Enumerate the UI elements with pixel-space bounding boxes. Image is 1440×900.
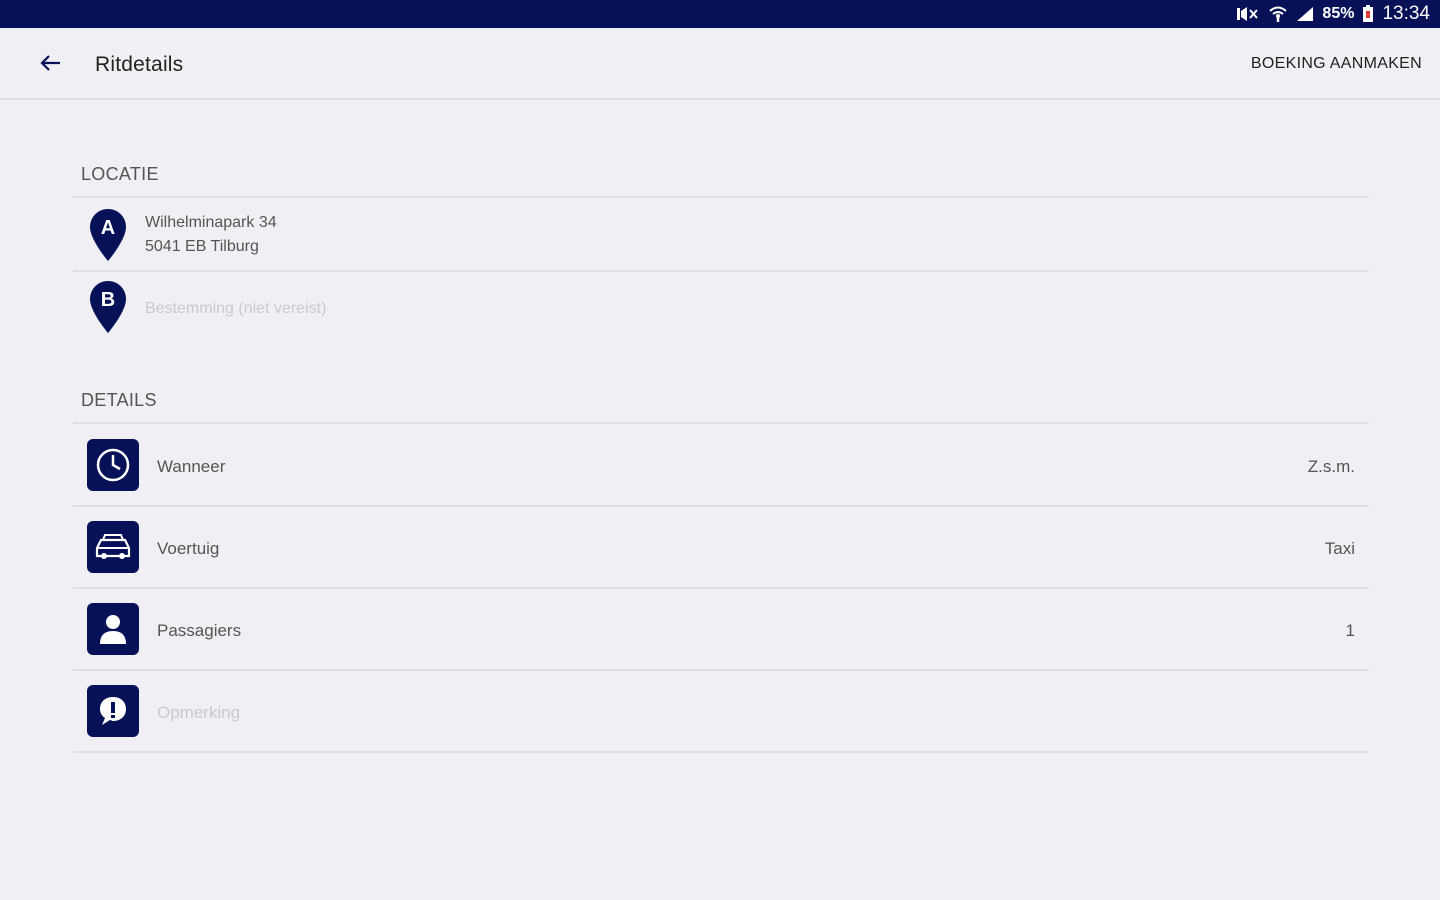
destination-location-row[interactable]: B Bestemming (niet vereist) [73,272,1369,344]
page-title: Ritdetails [95,53,184,76]
status-bar: 85% 13:34 [0,0,1440,28]
location-section-header: LOCATIE [81,164,159,184]
detail-value: 1 [1345,621,1355,640]
battery-percentage: 85% [1322,5,1355,22]
destination-pin-icon: B [89,280,127,334]
destination-placeholder: Bestemming (niet vereist) [145,300,327,317]
signal-icon [1296,6,1314,22]
detail-row-passengers[interactable]: Passagiers 1 [73,589,1369,669]
detail-value: Taxi [1324,539,1355,558]
pickup-location-row[interactable]: A Wilhelminapark 34 5041 EB Tilburg [73,200,1369,272]
car-icon [87,521,139,573]
comment-icon [87,685,139,737]
divider [73,196,1369,198]
detail-value: Z.s.m. [1307,457,1355,476]
arrow-left-icon [39,54,61,77]
destination-marker-letter: B [101,289,115,311]
divider [73,751,1369,753]
detail-row-remark[interactable]: Opmerking [73,671,1369,751]
pickup-address-street: Wilhelminapark 34 [145,214,277,231]
detail-label: Wanneer [157,457,226,476]
detail-label: Opmerking [157,703,241,722]
pickup-marker-letter: A [101,217,115,239]
detail-row-vehicle[interactable]: Voertuig Taxi [73,507,1369,587]
detail-row-when[interactable]: Wanneer Z.s.m. [73,425,1369,505]
detail-label: Passagiers [157,621,242,640]
wifi-icon [1268,5,1288,23]
status-time: 13:34 [1382,3,1430,24]
app-bar: Ritdetails BOEKING AANMAKEN [0,28,1440,100]
detail-label: Voertuig [157,539,220,558]
pickup-address-city: 5041 EB Tilburg [145,238,259,255]
battery-icon [1362,5,1374,23]
pickup-pin-icon: A [89,208,127,262]
back-button[interactable] [30,50,70,80]
details-section-header: DETAILS [81,390,157,410]
clock-icon [87,439,139,491]
divider [73,422,1369,424]
mute-icon [1236,6,1260,22]
person-icon [87,603,139,655]
create-booking-button[interactable]: BOEKING AANMAKEN [1251,55,1422,73]
